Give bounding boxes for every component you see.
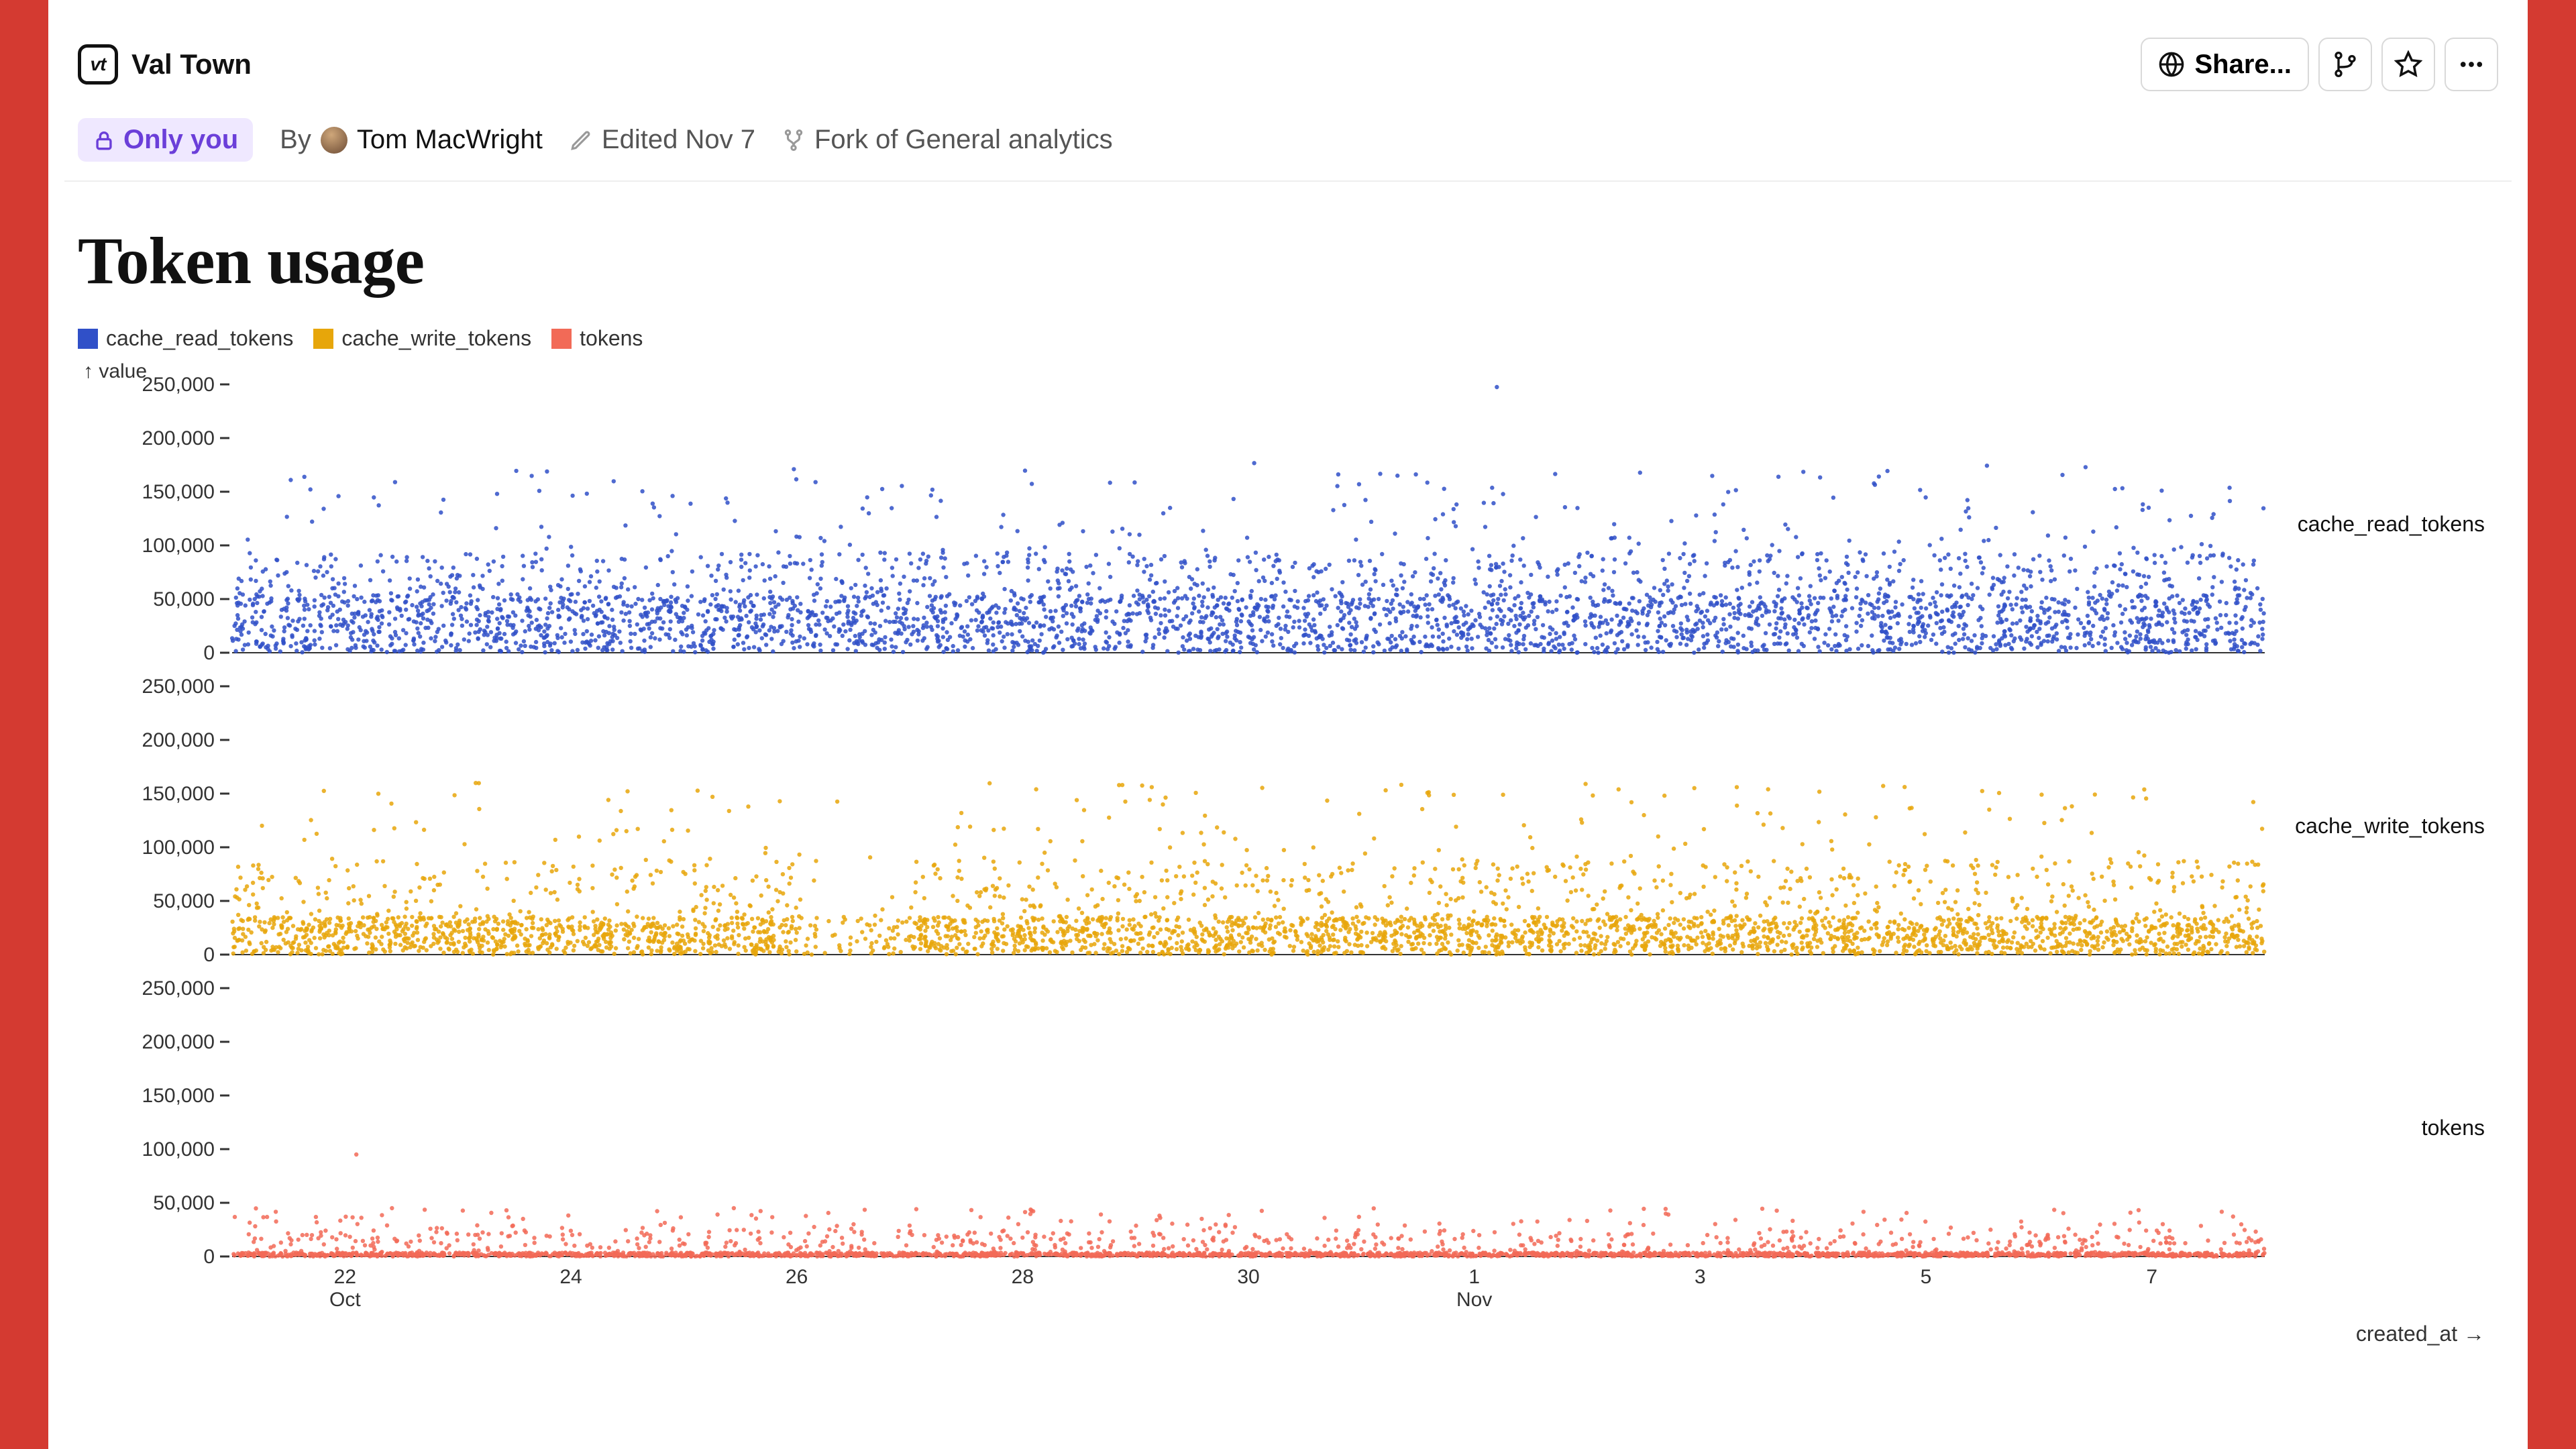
legend-item: cache_read_tokens: [78, 326, 293, 351]
legend-item: cache_write_tokens: [313, 326, 531, 351]
brand-logo: vt: [78, 44, 118, 85]
star-button[interactable]: [2381, 38, 2435, 91]
legend-label: tokens: [580, 326, 643, 351]
svg-text:250,000: 250,000: [142, 374, 215, 396]
edited-label: Edited Nov 7: [602, 125, 755, 155]
author-name: Tom MacWright: [357, 125, 543, 155]
facet-label: cache_read_tokens: [2298, 512, 2485, 537]
git-branch-button[interactable]: [2318, 38, 2372, 91]
charts-area: ↑ value 050,000100,000150,000200,000250,…: [64, 364, 2512, 1344]
svg-text:200,000: 200,000: [142, 427, 215, 449]
privacy-badge[interactable]: Only you: [78, 118, 253, 162]
by-prefix: By: [280, 125, 311, 155]
page-title: Token usage: [64, 182, 2512, 326]
share-button[interactable]: Share...: [2141, 38, 2309, 91]
globe-icon: [2158, 51, 2185, 78]
header: vt Val Town Share...: [64, 38, 2512, 118]
svg-text:250,000: 250,000: [142, 676, 215, 698]
lock-icon: [93, 129, 115, 152]
more-button[interactable]: [2445, 38, 2498, 91]
svg-text:200,000: 200,000: [142, 729, 215, 751]
svg-text:50,000: 50,000: [153, 890, 215, 912]
pencil-icon: [570, 129, 592, 152]
git-branch-icon: [2332, 51, 2359, 78]
svg-text:100,000: 100,000: [142, 837, 215, 859]
x-axis-label: created_at →: [2356, 1322, 2485, 1346]
y-axis-label: ↑ value: [83, 360, 147, 383]
fork-icon: [782, 129, 805, 152]
svg-text:100,000: 100,000: [142, 535, 215, 557]
brand-name: Val Town: [131, 48, 252, 80]
meta-row: Only you By Tom MacWright Edited Nov 7 F…: [64, 118, 2512, 182]
brand: vt Val Town: [78, 44, 252, 85]
document-page: vt Val Town Share...: [48, 0, 2528, 1449]
svg-text:150,000: 150,000: [142, 481, 215, 503]
legend-item: tokens: [551, 326, 643, 351]
author-meta[interactable]: By Tom MacWright: [280, 125, 543, 155]
more-icon: [2457, 50, 2485, 78]
chart-legend: cache_read_tokens cache_write_tokens tok…: [64, 326, 2512, 364]
facet-label: cache_write_tokens: [2295, 814, 2485, 839]
share-label: Share...: [2194, 50, 2292, 80]
svg-text:0: 0: [203, 642, 215, 664]
privacy-label: Only you: [123, 125, 238, 155]
faceted-scatter-chart: 0 50,000 100,000 150,000 200,000 250,000 0 50,0…: [78, 364, 2506, 1344]
legend-swatch: [78, 329, 98, 349]
edited-meta: Edited Nov 7: [570, 125, 755, 155]
facet-label: tokens: [2422, 1116, 2485, 1140]
svg-text:150,000: 150,000: [142, 783, 215, 805]
avatar: [321, 127, 347, 154]
fork-meta[interactable]: Fork of General analytics: [782, 125, 1113, 155]
header-toolbar: Share...: [2141, 38, 2498, 91]
svg-text:50,000: 50,000: [153, 588, 215, 610]
legend-swatch: [551, 329, 572, 349]
legend-swatch: [313, 329, 333, 349]
fork-label: Fork of General analytics: [814, 125, 1113, 155]
legend-label: cache_write_tokens: [341, 326, 531, 351]
svg-text:0: 0: [203, 944, 215, 966]
legend-label: cache_read_tokens: [106, 326, 293, 351]
star-icon: [2394, 50, 2422, 78]
